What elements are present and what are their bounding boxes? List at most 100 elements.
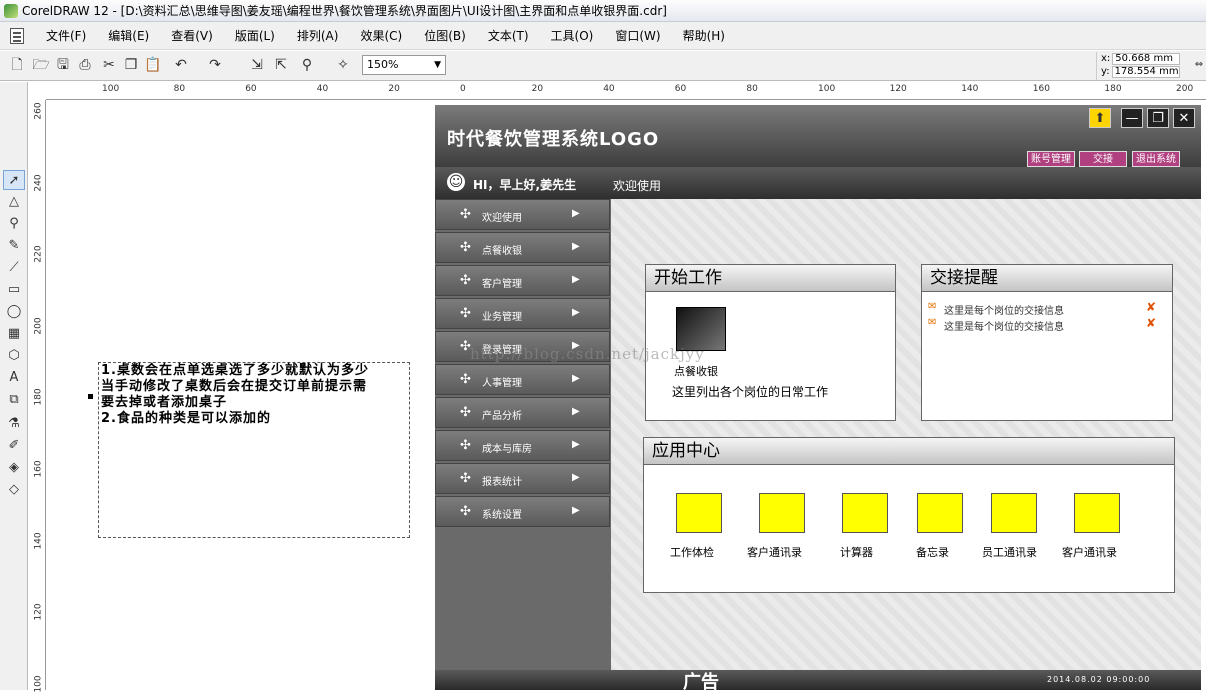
sidebar-item-inventory[interactable]: ✣ 成本与库房 ▶ bbox=[435, 430, 610, 461]
coordinate-readout: x: 50.668 mm y: 178.554 mm bbox=[1096, 52, 1192, 80]
zoom-tool-icon[interactable]: ⚲ bbox=[3, 214, 25, 234]
note-text-frame[interactable]: 1.桌数会在点单选桌选了多少就默认为多少 当手动修改了桌数后会在提交订单前提示需… bbox=[98, 362, 410, 538]
ruler-label: 40 bbox=[316, 84, 329, 94]
undo-icon[interactable]: ↶ bbox=[172, 56, 190, 74]
menu-window[interactable]: 窗口(W) bbox=[615, 27, 660, 44]
menu-edit[interactable]: 编辑(E) bbox=[108, 27, 149, 44]
x-field[interactable]: 50.668 mm bbox=[1112, 53, 1181, 65]
app-tile[interactable] bbox=[842, 493, 888, 533]
graph-paper-tool-icon[interactable]: ▦ bbox=[3, 324, 25, 344]
ruler-label: 100 bbox=[33, 675, 44, 692]
upload-icon[interactable]: ⬆ bbox=[1089, 108, 1111, 128]
menu-view[interactable]: 查看(V) bbox=[171, 27, 213, 44]
cut-icon[interactable]: ✂ bbox=[100, 56, 118, 74]
handover-panel: 交接提醒 ✉ 这里是每个岗位的交接信息 ✘ ✉ 这里是每个岗位的交接信息 ✘ bbox=[921, 264, 1173, 421]
y-field[interactable]: 178.554 mm bbox=[1111, 66, 1180, 78]
zoom-select[interactable]: 150% ▼ bbox=[362, 55, 446, 75]
app-center-panel: 应用中心 工作体检 客户通讯录 计算器 备忘录 员工通讯录 客户通讯录 bbox=[643, 437, 1175, 593]
ordering-app-label: 点餐收银 bbox=[674, 365, 718, 378]
paste-icon[interactable]: 📋 bbox=[144, 56, 162, 74]
ellipse-tool-icon[interactable]: ◯ bbox=[3, 302, 25, 322]
menu-bitmaps[interactable]: 位图(B) bbox=[424, 27, 466, 44]
ruler-label: 140 bbox=[961, 84, 979, 94]
sidebar-item-ordering[interactable]: ✣ 点餐收银 ▶ bbox=[435, 232, 610, 263]
ui-mockup[interactable]: 时代餐饮管理系统LOGO ⬆ — ❐ ✕ 账号管理 交接 退出系统 ☺ HI，早… bbox=[435, 105, 1201, 690]
app-tile-label: 备忘录 bbox=[916, 546, 949, 559]
sidebar-item-reports[interactable]: ✣ 报表统计 ▶ bbox=[435, 463, 610, 494]
pinwheel-icon: ✣ bbox=[460, 471, 471, 486]
menu-bar: 文件(F) 编辑(E) 查看(V) 版面(L) 排列(A) 效果(C) 位图(B… bbox=[0, 22, 1206, 50]
sidebar-item-settings[interactable]: ✣ 系统设置 ▶ bbox=[435, 496, 610, 527]
horizontal-ruler[interactable]: 100 80 60 40 20 0 20 40 60 80 100 120 140 160 180 200 bbox=[46, 82, 1206, 100]
redo-icon[interactable]: ↷ bbox=[206, 56, 224, 74]
outline-tool-icon[interactable]: ✐ bbox=[3, 436, 25, 456]
app-tile-label: 员工通讯录 bbox=[982, 546, 1037, 559]
document-icon[interactable] bbox=[10, 27, 24, 44]
eyedropper-tool-icon[interactable]: ⚗ bbox=[3, 414, 25, 434]
app-tile[interactable] bbox=[917, 493, 963, 533]
application-launcher-icon[interactable]: ⚲ bbox=[298, 56, 316, 74]
menu-tools[interactable]: 工具(O) bbox=[551, 27, 594, 44]
note-line: 要去掉或者添加桌子 bbox=[101, 395, 228, 410]
handover-item[interactable]: 这里是每个岗位的交接信息 bbox=[944, 302, 1064, 317]
shape-tool-icon[interactable]: △ bbox=[3, 192, 25, 212]
logout-button[interactable]: 退出系统 bbox=[1132, 151, 1180, 167]
note-line: 2.食品的种类是可以添加的 bbox=[101, 411, 271, 426]
start-panel-desc: 这里列出各个岗位的日常工作 bbox=[672, 385, 829, 399]
sidebar-item-business[interactable]: ✣ 业务管理 ▶ bbox=[435, 298, 610, 329]
open-icon[interactable]: 🗁 bbox=[32, 56, 50, 74]
ruler-label: 180 bbox=[33, 388, 44, 406]
minimize-icon[interactable]: — bbox=[1121, 108, 1143, 128]
fill-tool-icon[interactable]: ◈ bbox=[3, 458, 25, 478]
interactive-blend-tool-icon[interactable]: ⧉ bbox=[3, 390, 25, 410]
coreldraw-app-icon bbox=[4, 3, 18, 18]
menu-file[interactable]: 文件(F) bbox=[46, 27, 86, 44]
app-tile[interactable] bbox=[1074, 493, 1120, 533]
menu-help[interactable]: 帮助(H) bbox=[683, 27, 725, 44]
sidebar-item-customers[interactable]: ✣ 客户管理 ▶ bbox=[435, 265, 610, 296]
selection-handle[interactable] bbox=[88, 394, 93, 399]
ruler-label: 220 bbox=[33, 245, 44, 263]
import-icon[interactable]: ⇲ bbox=[248, 56, 266, 74]
smart-fill-tool-icon[interactable]: ⟋ bbox=[3, 258, 25, 278]
handover-item[interactable]: 这里是每个岗位的交接信息 bbox=[944, 318, 1064, 333]
arrow-right-icon: ▶ bbox=[572, 373, 580, 384]
menu-layout[interactable]: 版面(L) bbox=[235, 27, 275, 44]
new-icon[interactable]: 🗋 bbox=[8, 56, 26, 74]
pinwheel-icon: ✣ bbox=[460, 438, 471, 453]
close-icon[interactable]: ✕ bbox=[1173, 108, 1195, 128]
menu-arrange[interactable]: 排列(A) bbox=[297, 27, 339, 44]
basic-shapes-tool-icon[interactable]: ⬡ bbox=[3, 346, 25, 366]
pick-tool-icon[interactable]: ➚ bbox=[3, 170, 25, 190]
app-tile[interactable] bbox=[759, 493, 805, 533]
footer-datetime: 2014.08.02 09:00:00 bbox=[1047, 675, 1151, 684]
freehand-tool-icon[interactable]: ✎ bbox=[3, 236, 25, 256]
sidebar-item-label: 报表统计 bbox=[482, 477, 522, 488]
sidebar-item-welcome[interactable]: ✣ 欢迎使用 ▶ bbox=[435, 199, 610, 230]
maximize-icon[interactable]: ❐ bbox=[1147, 108, 1169, 128]
menu-effects[interactable]: 效果(C) bbox=[360, 27, 402, 44]
export-icon[interactable]: ⇱ bbox=[272, 56, 290, 74]
rectangle-tool-icon[interactable]: ▭ bbox=[3, 280, 25, 300]
copy-icon[interactable]: ❐ bbox=[122, 56, 140, 74]
welcome-screen-icon[interactable]: ✧ bbox=[334, 56, 352, 74]
text-tool-icon[interactable]: A bbox=[3, 368, 25, 388]
sidebar-item-hr[interactable]: ✣ 人事管理 ▶ bbox=[435, 364, 610, 395]
save-icon[interactable]: 🖫 bbox=[54, 56, 72, 74]
print-icon[interactable]: ⎙ bbox=[76, 56, 94, 74]
sidebar-item-label: 业务管理 bbox=[482, 312, 522, 323]
handover-button[interactable]: 交接 bbox=[1079, 151, 1127, 167]
ruler-label: 60 bbox=[674, 84, 687, 94]
delete-icon[interactable]: ✘ bbox=[1146, 316, 1156, 330]
sidebar-item-analysis[interactable]: ✣ 产品分析 ▶ bbox=[435, 397, 610, 428]
app-tile[interactable] bbox=[991, 493, 1037, 533]
width-icon[interactable]: ⇔ bbox=[1190, 56, 1206, 74]
zoom-value: 150% bbox=[367, 58, 399, 71]
interactive-fill-tool-icon[interactable]: ◇ bbox=[3, 480, 25, 500]
account-button[interactable]: 账号管理 bbox=[1027, 151, 1075, 167]
ad-banner[interactable]: 广告 bbox=[683, 668, 719, 690]
delete-icon[interactable]: ✘ bbox=[1146, 300, 1156, 314]
vertical-ruler[interactable]: 260 240 220 200 180 160 140 120 100 bbox=[28, 100, 46, 692]
menu-text[interactable]: 文本(T) bbox=[488, 27, 529, 44]
app-tile[interactable] bbox=[676, 493, 722, 533]
